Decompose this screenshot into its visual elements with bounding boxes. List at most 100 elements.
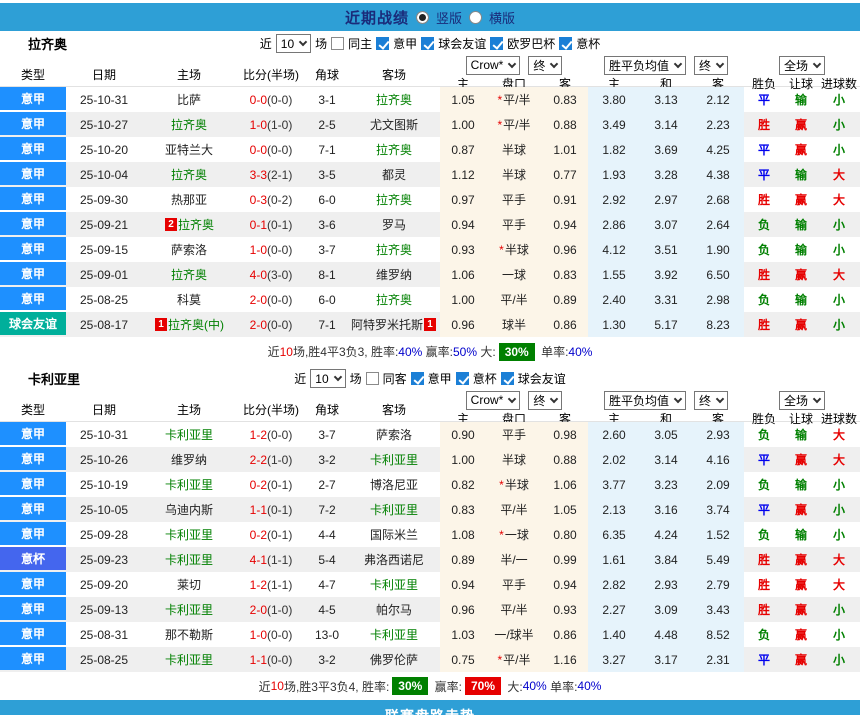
score-link[interactable]: 0-3 — [250, 193, 267, 207]
col-away-odds: 0.98 — [542, 422, 588, 447]
score-link[interactable]: 3-3 — [250, 168, 267, 182]
away-team-link[interactable]: 拉齐奥 — [376, 291, 412, 308]
score-link[interactable]: 1-1 — [250, 653, 267, 667]
score-link[interactable]: 0-0 — [250, 143, 267, 157]
home-team-link[interactable]: 科莫 — [177, 291, 201, 308]
score-link[interactable]: 2-0 — [250, 318, 267, 332]
away-team-link[interactable]: 帕尔马 — [376, 601, 412, 618]
col-score: 0-0(0-0) — [236, 137, 306, 162]
home-team-link[interactable]: 卡利亚里 — [165, 551, 213, 568]
home-team-link[interactable]: 拉齐奥 — [171, 116, 207, 133]
away-team-link[interactable]: 维罗纳 — [376, 266, 412, 283]
odds-time-select[interactable]: 终 — [528, 391, 562, 410]
score-link[interactable]: 0-2 — [250, 478, 267, 492]
home-team-link[interactable]: 拉齐奥 — [171, 266, 207, 283]
away-team-link[interactable]: 拉齐奥 — [376, 241, 412, 258]
scope-select[interactable]: 全场 — [779, 391, 825, 410]
col-corners: 7-2 — [306, 497, 348, 522]
away-team-link[interactable]: 阿特罗米托斯 — [351, 316, 423, 333]
col-score: 2-0(0-0) — [236, 312, 306, 337]
home-team-link[interactable]: 拉齐奥 — [178, 216, 214, 233]
away-team-link[interactable]: 佛罗伦萨 — [370, 651, 418, 668]
wdl-mean-select[interactable]: 胜平负均值 — [604, 391, 686, 410]
home-team-link[interactable]: 卡利亚里 — [165, 476, 213, 493]
competition-checkbox[interactable] — [421, 37, 434, 50]
scope-select[interactable]: 全场 — [779, 56, 825, 75]
competition-checkbox[interactable] — [559, 37, 572, 50]
home-team-link[interactable]: 卡利亚里 — [165, 651, 213, 668]
home-team-link[interactable]: 莱切 — [177, 576, 201, 593]
away-team-link[interactable]: 弗洛西诺尼 — [364, 551, 424, 568]
col-result: 平 — [744, 497, 784, 522]
score-link[interactable]: 4-0 — [250, 268, 267, 282]
competition-checkbox[interactable] — [456, 372, 469, 385]
home-team-link[interactable]: 维罗纳 — [171, 451, 207, 468]
wdl-time-select[interactable]: 终 — [694, 391, 728, 410]
score-link[interactable]: 1-1 — [250, 503, 267, 517]
away-team-link[interactable]: 卡利亚里 — [370, 501, 418, 518]
away-team-link[interactable]: 拉齐奥 — [376, 91, 412, 108]
vertical-layout-radio[interactable] — [416, 11, 429, 24]
bookmaker-select[interactable]: Crow* — [466, 56, 521, 75]
home-team-link[interactable]: 卡利亚里 — [165, 601, 213, 618]
away-team-link[interactable]: 博洛尼亚 — [370, 476, 418, 493]
col-handicap: 球半 — [486, 312, 542, 337]
score-link[interactable]: 1-2 — [250, 578, 267, 592]
same-venue-checkbox[interactable] — [366, 372, 379, 385]
same-venue-checkbox[interactable] — [331, 37, 344, 50]
away-team-link[interactable]: 拉齐奥 — [376, 141, 412, 158]
match-count-select[interactable]: 10 — [276, 34, 311, 53]
away-team-link[interactable]: 国际米兰 — [370, 526, 418, 543]
away-team-link[interactable]: 卡利亚里 — [370, 576, 418, 593]
match-row: 意甲25-10-27拉齐奥1-0(1-0)2-5尤文图斯1.00*平/半0.88… — [0, 112, 860, 137]
away-team-link[interactable]: 萨索洛 — [376, 426, 412, 443]
home-team-link[interactable]: 乌迪内斯 — [165, 501, 213, 518]
col-handicap: 半球 — [486, 137, 542, 162]
odds-time-select[interactable]: 终 — [528, 56, 562, 75]
home-team-link[interactable]: 拉齐奥 — [171, 166, 207, 183]
bookmaker-select[interactable]: Crow* — [466, 391, 521, 410]
col-handicap: 一球 — [486, 262, 542, 287]
score-link[interactable]: 0-2 — [250, 528, 267, 542]
home-team-link[interactable]: 亚特兰大 — [165, 141, 213, 158]
home-team-link[interactable]: 卡利亚里 — [165, 526, 213, 543]
competition-checkbox[interactable] — [376, 37, 389, 50]
score-link[interactable]: 0-0 — [250, 93, 267, 107]
score-link[interactable]: 1-2 — [250, 428, 267, 442]
score-link[interactable]: 1-0 — [250, 628, 267, 642]
score-link[interactable]: 2-2 — [250, 453, 267, 467]
wdl-time-select[interactable]: 终 — [694, 56, 728, 75]
wdl-mean-select[interactable]: 胜平负均值 — [604, 56, 686, 75]
col-date: 25-10-04 — [66, 162, 142, 187]
competition-checkbox[interactable] — [490, 37, 503, 50]
chevron-down-icon — [813, 59, 821, 67]
summary-segment: 大: — [504, 678, 523, 695]
score-link[interactable]: 4-1 — [250, 553, 267, 567]
score-link[interactable]: 1-0 — [250, 243, 267, 257]
away-team-link[interactable]: 卡利亚里 — [370, 451, 418, 468]
home-team-link[interactable]: 萨索洛 — [171, 241, 207, 258]
home-team-link[interactable]: 比萨 — [177, 91, 201, 108]
score-link[interactable]: 2-0 — [250, 293, 267, 307]
handicap-result-text: 赢 — [795, 451, 807, 468]
competition-checkbox[interactable] — [411, 372, 424, 385]
competition-checkbox[interactable] — [501, 372, 514, 385]
home-team-link[interactable]: 卡利亚里 — [165, 426, 213, 443]
handicap-result-text: 输 — [795, 166, 807, 183]
score-link[interactable]: 2-0 — [250, 603, 267, 617]
col-competition: 意甲 — [0, 287, 66, 312]
score-link[interactable]: 1-0 — [250, 118, 267, 132]
away-team-link[interactable]: 拉齐奥 — [376, 191, 412, 208]
section-title: 近期战绩 — [345, 7, 409, 28]
home-team-link[interactable]: 热那亚 — [171, 191, 207, 208]
away-team-link[interactable]: 都灵 — [382, 166, 406, 183]
home-team-link[interactable]: 拉齐奥(中) — [168, 316, 224, 333]
away-team-link[interactable]: 尤文图斯 — [370, 116, 418, 133]
score-link[interactable]: 0-1 — [250, 218, 267, 232]
horizontal-layout-radio[interactable] — [469, 11, 482, 24]
col-home-odds: 0.90 — [440, 422, 486, 447]
away-team-link[interactable]: 卡利亚里 — [370, 626, 418, 643]
home-team-link[interactable]: 那不勒斯 — [165, 626, 213, 643]
match-count-select[interactable]: 10 — [310, 369, 345, 388]
away-team-link[interactable]: 罗马 — [382, 216, 406, 233]
